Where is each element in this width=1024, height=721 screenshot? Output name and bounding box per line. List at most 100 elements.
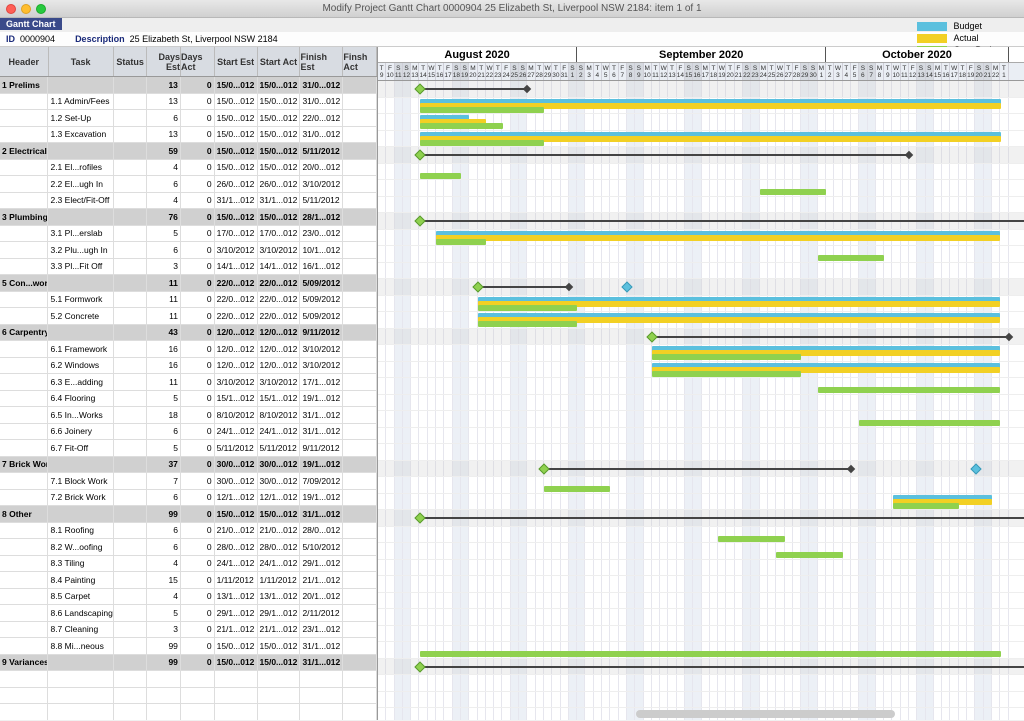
task-row[interactable]: 8.1 Roofing6021/0...01221/0...01228/0...…	[0, 523, 377, 540]
column-header[interactable]: Status	[114, 47, 148, 76]
day-header: M13	[411, 63, 419, 80]
summary-bar	[544, 468, 851, 470]
task-row[interactable]: 3.2 Plu...ugh In603/10/20123/10/201210/1…	[0, 242, 377, 259]
data-cell: 0	[181, 473, 215, 489]
gantt-bar-over[interactable]	[859, 420, 1000, 426]
column-header[interactable]: Days Act	[181, 47, 215, 76]
task-row[interactable]: 3.1 Pl...erslab5017/0...01217/0...01223/…	[0, 226, 377, 243]
summary-row[interactable]: 6 Carpentry43012/0...01212/0...0129/11/2…	[0, 325, 377, 342]
column-header[interactable]: Start Act	[258, 47, 301, 76]
gantt-bar-over[interactable]	[478, 305, 578, 311]
task-row[interactable]: 8.8 Mi...neous99015/0...01215/0...01231/…	[0, 638, 377, 655]
task-row[interactable]: 6.4 Flooring5015/1...01215/1...01219/1..…	[0, 391, 377, 408]
chart-row	[378, 263, 1024, 280]
data-cell: 0	[181, 589, 215, 605]
column-header[interactable]: Days Est	[147, 47, 181, 76]
task-row[interactable]: 5.2 Concrete11022/0...01222/0...0125/09/…	[0, 308, 377, 325]
gantt-bar-over[interactable]	[420, 107, 545, 113]
data-cell	[114, 506, 148, 522]
milestone-icon	[472, 281, 483, 292]
gantt-bar-over[interactable]	[776, 552, 842, 558]
header-cell: 9 Variances	[0, 655, 48, 671]
data-cell	[343, 94, 377, 110]
data-cell	[114, 160, 148, 176]
gantt-bar-over[interactable]	[718, 536, 784, 542]
task-row[interactable]: 8.4 Painting1501/11/20121/11/201221/1...…	[0, 572, 377, 589]
task-row[interactable]: 2.2 El...ugh In6026/0...01226/0...0123/1…	[0, 176, 377, 193]
gantt-bar-over[interactable]	[420, 140, 545, 146]
task-grid[interactable]: HeaderTaskStatusDays EstDays ActStart Es…	[0, 47, 378, 720]
task-row[interactable]: 2.1 El...rofiles4015/0...01215/0...01220…	[0, 160, 377, 177]
task-row[interactable]: 8.3 Tiling4024/1...01224/1...01229/1...0…	[0, 556, 377, 573]
column-header[interactable]: Start Est	[215, 47, 258, 76]
gantt-bar-over[interactable]	[818, 387, 1001, 393]
chart-row	[378, 609, 1024, 626]
summary-row[interactable]: 1 Prelims13015/0...01215/0...01231/0...0…	[0, 77, 377, 94]
summary-row[interactable]: 5 Con...work11022/0...01222/0...0125/09/…	[0, 275, 377, 292]
data-cell: 5/09/2012	[300, 275, 343, 291]
gantt-bar-over[interactable]	[818, 255, 884, 261]
task-row[interactable]: 6.2 Windows16012/0...01212/0...0123/10/2…	[0, 358, 377, 375]
column-header[interactable]: Task	[49, 47, 114, 76]
data-cell	[114, 110, 148, 126]
gantt-bar-over[interactable]	[893, 503, 959, 509]
gantt-bar-over[interactable]	[420, 651, 1001, 657]
data-cell	[343, 457, 377, 473]
header-cell	[0, 688, 48, 704]
gantt-bar-over[interactable]	[436, 239, 486, 245]
task-row[interactable]: 5.1 Formwork11022/0...01222/0...0125/09/…	[0, 292, 377, 309]
gantt-bar-actual[interactable]	[436, 235, 1000, 241]
summary-row[interactable]: 7 Brick Work37030/0...01230/0...01219/1.…	[0, 457, 377, 474]
gantt-bar-over[interactable]	[652, 371, 801, 377]
task-row[interactable]: 7.1 Block Work7030/0...01230/0...0127/09…	[0, 473, 377, 490]
task-row[interactable]: 1.3 Excavation13015/0...01215/0...01231/…	[0, 127, 377, 144]
gantt-bar-over[interactable]	[760, 189, 826, 195]
day-header: F7	[619, 63, 627, 80]
summary-row[interactable]: 2 Electrical59015/0...01215/0...0125/11/…	[0, 143, 377, 160]
task-row[interactable]: 1.1 Admin/Fees13015/0...01215/0...01231/…	[0, 94, 377, 111]
summary-row[interactable]: 9 Variances99015/0...01215/0...01231/1..…	[0, 655, 377, 672]
gantt-bar-over[interactable]	[420, 123, 503, 129]
task-row[interactable]: 8.6 Landscaping5029/1...01229/1...0122/1…	[0, 605, 377, 622]
task-row[interactable]: 6.5 In...Works1808/10/20128/10/201231/1.…	[0, 407, 377, 424]
column-header[interactable]: Header	[0, 47, 49, 76]
task-row[interactable]: 8.5 Carpet4013/1...01213/1...01220/1...0…	[0, 589, 377, 606]
task-row[interactable]: 7.2 Brick Work6012/1...01212/1...01219/1…	[0, 490, 377, 507]
task-row[interactable]: 2.3 Elect/Fit-Off4031/1...01231/1...0125…	[0, 193, 377, 210]
task-cell	[48, 671, 113, 687]
gantt-bar-over[interactable]	[420, 173, 462, 179]
task-row[interactable]: 1.2 Set-Up6015/0...01215/0...01222/0...0…	[0, 110, 377, 127]
gantt-chart[interactable]: August 2020September 2020October 2020 T9…	[378, 47, 1024, 720]
task-row[interactable]: 6.1 Framework16012/0...01212/0...0123/10…	[0, 341, 377, 358]
task-row[interactable]	[0, 688, 377, 705]
task-row[interactable]: 6.6 Joinery6024/1...01224/1...01231/1...…	[0, 424, 377, 441]
task-row[interactable]: 8.7 Cleaning3021/1...01221/1...01223/1..…	[0, 622, 377, 639]
data-cell: 0	[181, 638, 215, 654]
task-row[interactable]: 8.2 W...oofing6028/0...01228/0...0125/10…	[0, 539, 377, 556]
task-row[interactable]	[0, 704, 377, 720]
data-cell	[114, 374, 148, 390]
task-row[interactable]: 6.3 E...adding1103/10/20123/10/201217/1.…	[0, 374, 377, 391]
data-cell	[343, 407, 377, 423]
data-cell: 0	[181, 143, 215, 159]
column-header[interactable]: Finsh Act	[343, 47, 377, 76]
gantt-bar-over[interactable]	[544, 486, 610, 492]
summary-row[interactable]: 8 Other99015/0...01215/0...01231/1...012	[0, 506, 377, 523]
column-header[interactable]: Finish Est	[300, 47, 343, 76]
day-header: M3	[585, 63, 593, 80]
tab-gantt-chart[interactable]: Gantt Chart	[0, 18, 62, 30]
gantt-bar-over[interactable]	[652, 354, 801, 360]
horizontal-scrollbar[interactable]	[636, 710, 894, 718]
gantt-bar-over[interactable]	[478, 321, 578, 327]
data-cell	[181, 704, 215, 720]
chart-row	[378, 230, 1024, 247]
summary-row[interactable]: 3 Plumbing76015/0...01215/0...01228/1...…	[0, 209, 377, 226]
task-row[interactable]	[0, 671, 377, 688]
header-cell	[0, 572, 48, 588]
task-row[interactable]: 6.7 Fit-Off505/11/20125/11/20129/11/2012	[0, 440, 377, 457]
day-header: F12	[909, 63, 917, 80]
data-cell	[215, 688, 258, 704]
header-cell: 8 Other	[0, 506, 48, 522]
day-header: S21	[984, 63, 992, 80]
task-row[interactable]: 3.3 Pl...Fit Off3014/1...01214/1...01216…	[0, 259, 377, 276]
